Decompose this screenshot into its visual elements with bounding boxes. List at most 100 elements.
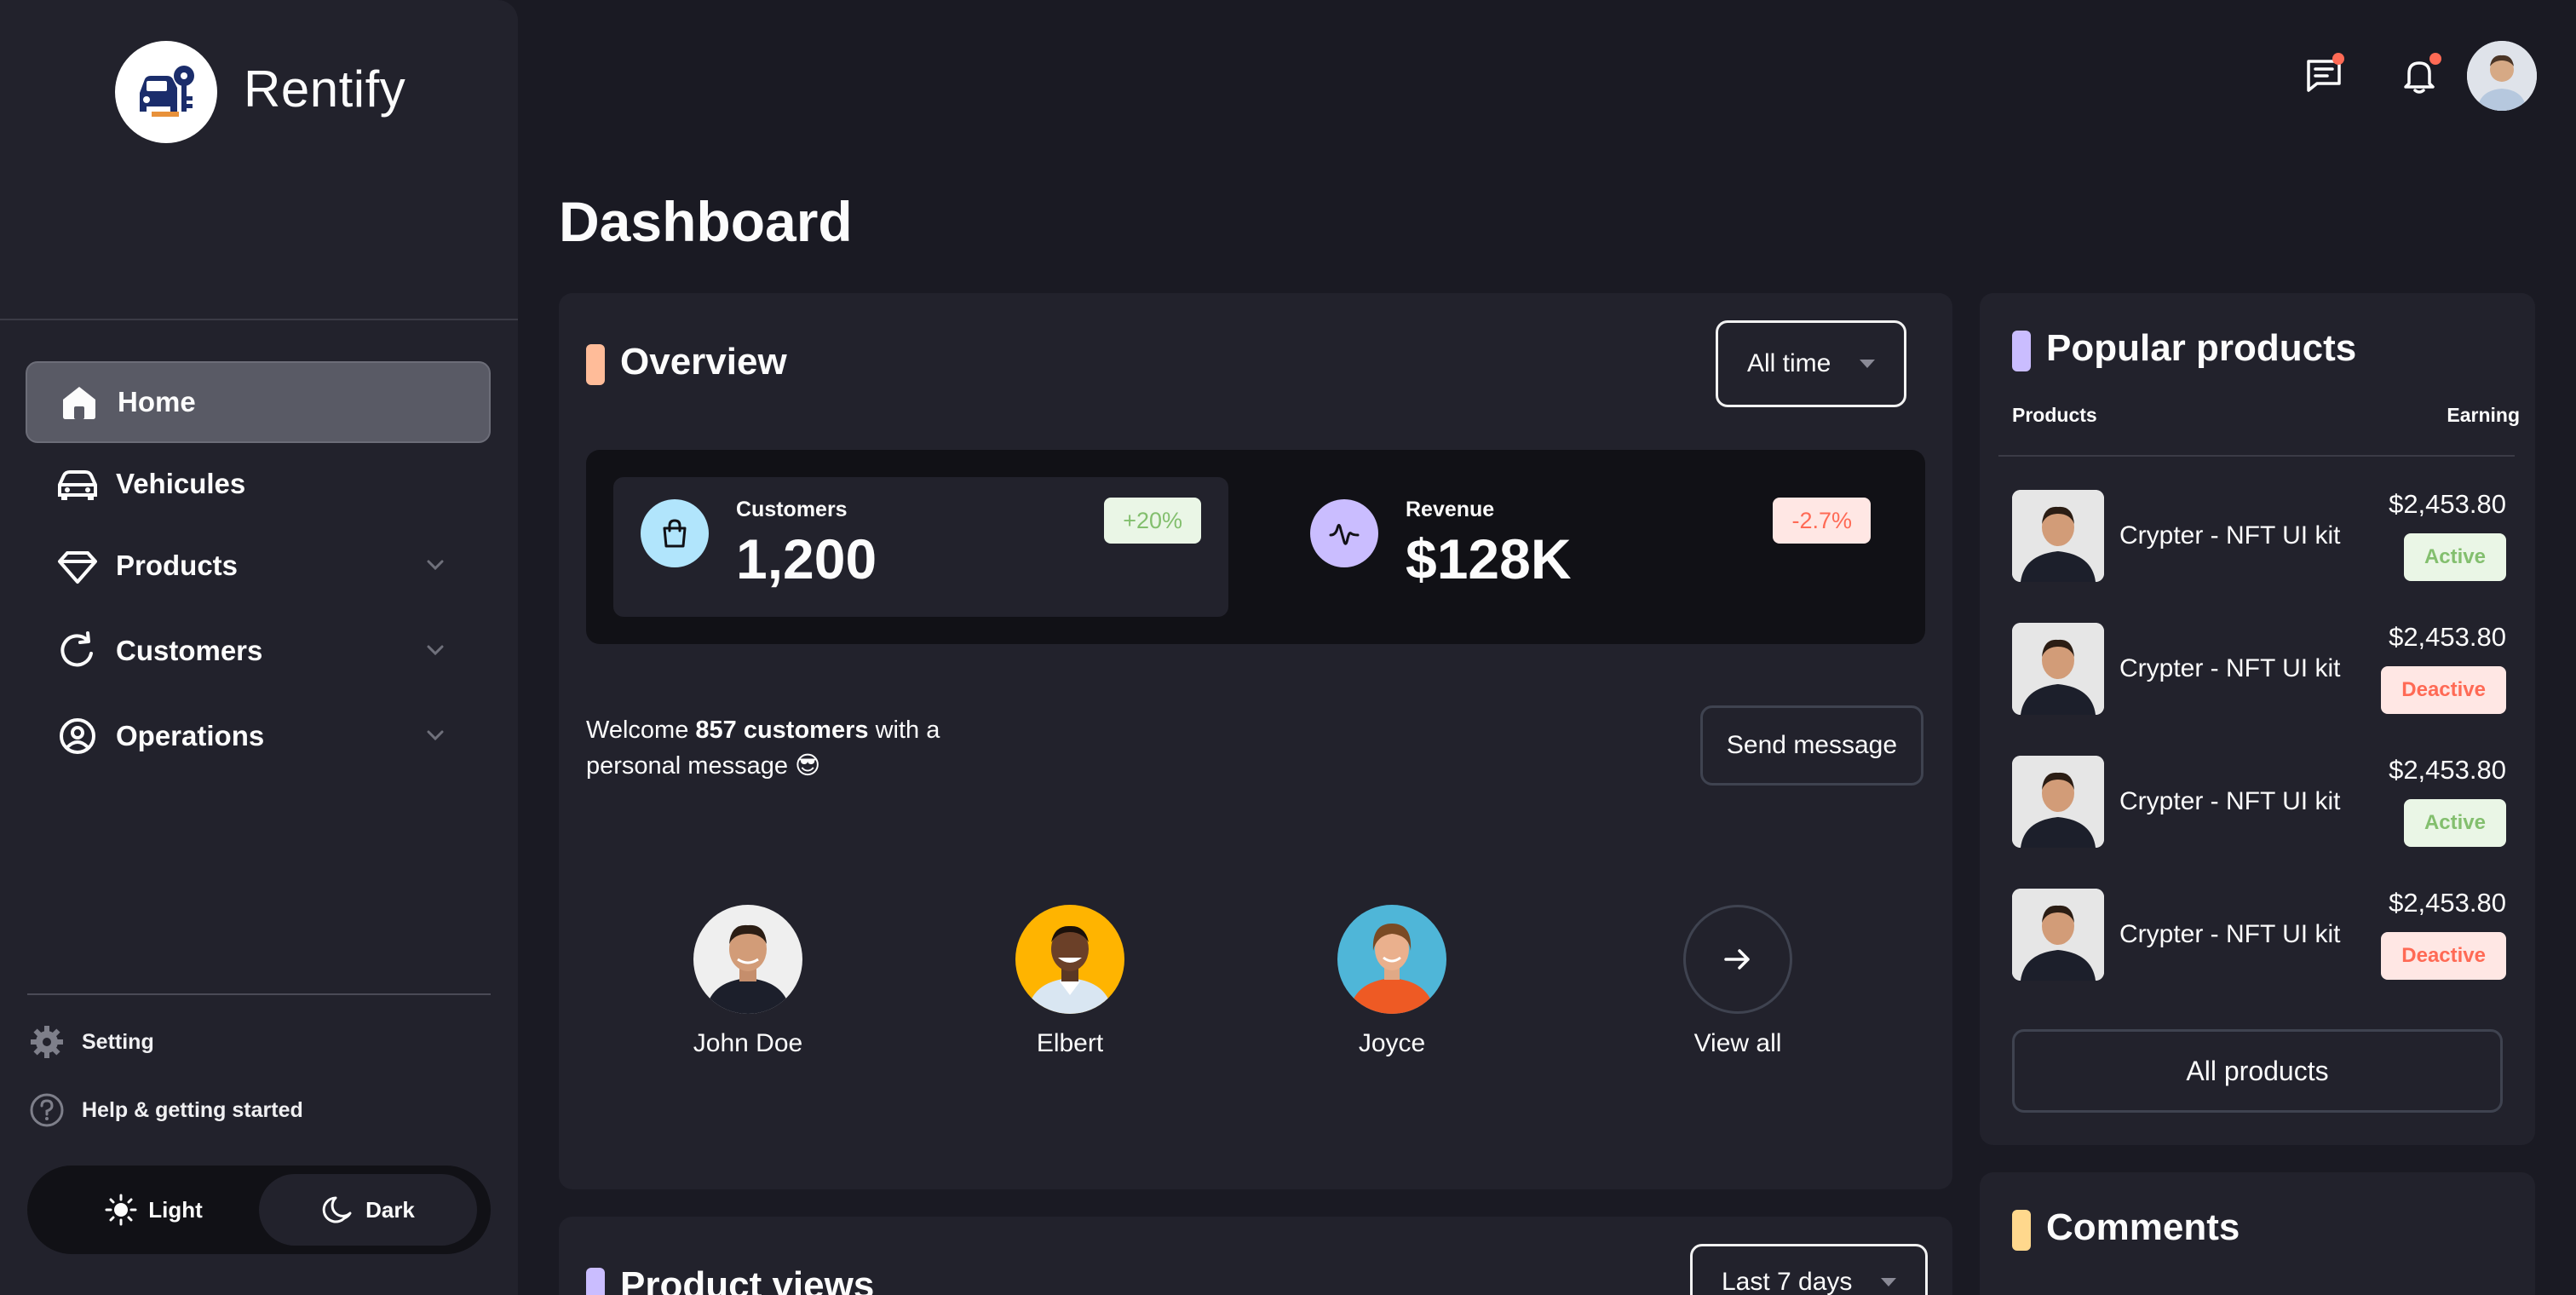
stat-trend-badge: -2.7% xyxy=(1773,498,1871,544)
product-status-badge: Active xyxy=(2403,799,2506,847)
product-row[interactable]: Crypter - NFT UI kit $2,453.80 Deactive xyxy=(2012,622,2506,716)
caret-down-icon xyxy=(1881,1278,1897,1286)
arrow-right-icon xyxy=(1724,949,1750,970)
car-key-logo-icon xyxy=(140,66,194,117)
gear-icon xyxy=(31,1026,63,1058)
chevron-down-icon xyxy=(427,560,444,571)
light-mode-button[interactable]: Light xyxy=(44,1174,262,1246)
product-row[interactable]: Crypter - NFT UI kit $2,453.80 Active xyxy=(2012,489,2506,583)
view-all-label: View all xyxy=(1693,1029,1782,1057)
dark-mode-button[interactable]: Dark xyxy=(259,1174,477,1246)
selected-period: All time xyxy=(1747,349,1831,377)
product-status-badge: Deactive xyxy=(2381,666,2506,714)
popular-accent-bar xyxy=(2012,331,2031,371)
stat-value: 1,200 xyxy=(736,527,877,590)
notification-dot xyxy=(2429,53,2441,65)
setting-link[interactable]: Setting xyxy=(29,1021,154,1063)
product-name: Crypter - NFT UI kit xyxy=(2119,920,2341,948)
overview-accent-bar xyxy=(586,344,605,385)
car-icon xyxy=(58,470,97,500)
chevron-down-icon xyxy=(427,730,444,741)
customer-item[interactable]: Joyce xyxy=(1290,905,1494,1058)
chevron-down-icon xyxy=(427,645,444,656)
sidebar-item-customers[interactable]: Customers xyxy=(26,610,491,692)
sidebar-item-operations[interactable]: Operations xyxy=(26,695,491,777)
customer-avatar xyxy=(693,905,802,1014)
dark-label: Dark xyxy=(365,1196,415,1223)
help-link[interactable]: Help & getting started xyxy=(29,1089,303,1131)
customer-name: Joyce xyxy=(1358,1029,1426,1057)
customer-item[interactable]: John Doe xyxy=(646,905,850,1058)
customer-name: John Doe xyxy=(693,1029,803,1057)
stat-customers-icon-wrap xyxy=(641,499,709,567)
product-row[interactable]: Crypter - NFT UI kit $2,453.80 Deactive xyxy=(2012,888,2506,981)
activity-icon xyxy=(1329,524,1360,545)
user-avatar[interactable] xyxy=(2467,41,2537,111)
caret-down-icon xyxy=(1860,360,1876,368)
home-icon xyxy=(63,387,95,419)
person-photo xyxy=(1349,924,1435,1014)
send-message-button[interactable]: Send message xyxy=(1700,705,1923,786)
view-all-customers[interactable]: View all xyxy=(1636,905,1840,1058)
product-row[interactable]: Crypter - NFT UI kit $2,453.80 Active xyxy=(2012,755,2506,849)
sun-icon xyxy=(105,1194,137,1226)
selected-period: Last 7 days xyxy=(1722,1268,1853,1295)
sidebar-item-home[interactable]: Home xyxy=(26,361,491,443)
customer-name: Elbert xyxy=(1036,1029,1104,1057)
diamond-icon xyxy=(58,551,97,584)
welcome-text: Welcome 857 customers with a personal me… xyxy=(586,712,1029,784)
product-name: Crypter - NFT UI kit xyxy=(2119,521,2341,550)
avatar-image xyxy=(2467,41,2537,111)
stat-label: Customers xyxy=(736,498,848,521)
sidebar-item-vehicules[interactable]: Vehicules xyxy=(26,443,491,525)
overview-period-select[interactable]: All time xyxy=(1716,320,1907,407)
product-views-period-select[interactable]: Last 7 days xyxy=(1690,1244,1929,1295)
col-products-header: Products xyxy=(2012,404,2097,426)
product-photo xyxy=(2012,756,2104,848)
customer-item[interactable]: Elbert xyxy=(968,905,1172,1058)
notification-dot xyxy=(2332,53,2344,65)
product-thumbnail xyxy=(2012,623,2104,715)
product-price: $2,453.80 xyxy=(2389,622,2506,652)
user-circle-icon xyxy=(60,718,95,754)
welcome-prefix: Welcome xyxy=(586,717,696,744)
help-icon xyxy=(30,1093,64,1127)
brand-logo[interactable] xyxy=(115,41,217,143)
comments-accent-bar xyxy=(2012,1210,2031,1251)
product-photo xyxy=(2012,889,2104,981)
product-price: $2,453.80 xyxy=(2389,755,2506,785)
help-label: Help & getting started xyxy=(82,1097,303,1122)
sidebar-item-products[interactable]: Products xyxy=(26,525,491,607)
person-photo xyxy=(1027,925,1113,1014)
product-name: Crypter - NFT UI kit xyxy=(2119,654,2341,682)
popular-title: Popular products xyxy=(2046,327,2357,369)
light-label: Light xyxy=(148,1196,203,1223)
sidebar-item-label: Home xyxy=(118,386,196,417)
shopping-bag-icon xyxy=(663,519,687,548)
sidebar-divider xyxy=(0,319,518,320)
product-price: $2,453.80 xyxy=(2389,888,2506,918)
person-photo xyxy=(705,924,791,1014)
comments-title: Comments xyxy=(2046,1206,2240,1248)
popular-divider xyxy=(1998,455,2515,457)
product-photo xyxy=(2012,623,2104,715)
stat-customers[interactable]: Customers 1,200 +20% xyxy=(613,477,1228,617)
overview-title: Overview xyxy=(620,341,787,383)
moon-icon xyxy=(322,1196,352,1223)
sidebar-footer-divider xyxy=(27,993,491,995)
stats-panel: Customers 1,200 +20% Revenue $128K -2.7% xyxy=(586,450,1925,644)
sidebar: Rentify Home Vehicules Products Customer… xyxy=(0,0,518,1295)
messages-button[interactable] xyxy=(2298,49,2349,101)
refresh-icon xyxy=(60,631,93,667)
product-thumbnail xyxy=(2012,490,2104,582)
stat-value: $128K xyxy=(1406,527,1572,590)
stat-label: Revenue xyxy=(1406,498,1495,521)
product-views-accent-bar xyxy=(586,1268,605,1295)
product-status-badge: Active xyxy=(2403,533,2506,581)
stat-trend-badge: +20% xyxy=(1104,498,1201,544)
all-products-button[interactable]: All products xyxy=(2012,1029,2503,1113)
view-all-button[interactable] xyxy=(1683,905,1792,1014)
notifications-button[interactable] xyxy=(2394,49,2445,101)
stat-revenue[interactable]: Revenue $128K -2.7% xyxy=(1283,477,1898,617)
product-thumbnail xyxy=(2012,889,2104,981)
